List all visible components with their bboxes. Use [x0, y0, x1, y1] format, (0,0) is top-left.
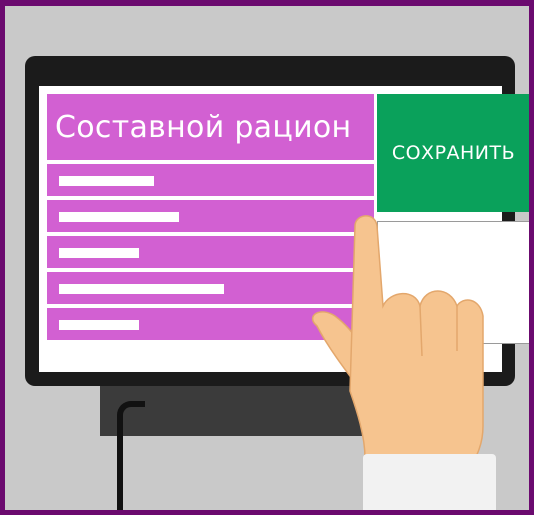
illustration-frame: Составной рацион СОХРАНИТЬ: [5, 6, 529, 510]
pointing-hand-icon: [311, 215, 484, 459]
shirt-sleeve: [363, 454, 496, 510]
